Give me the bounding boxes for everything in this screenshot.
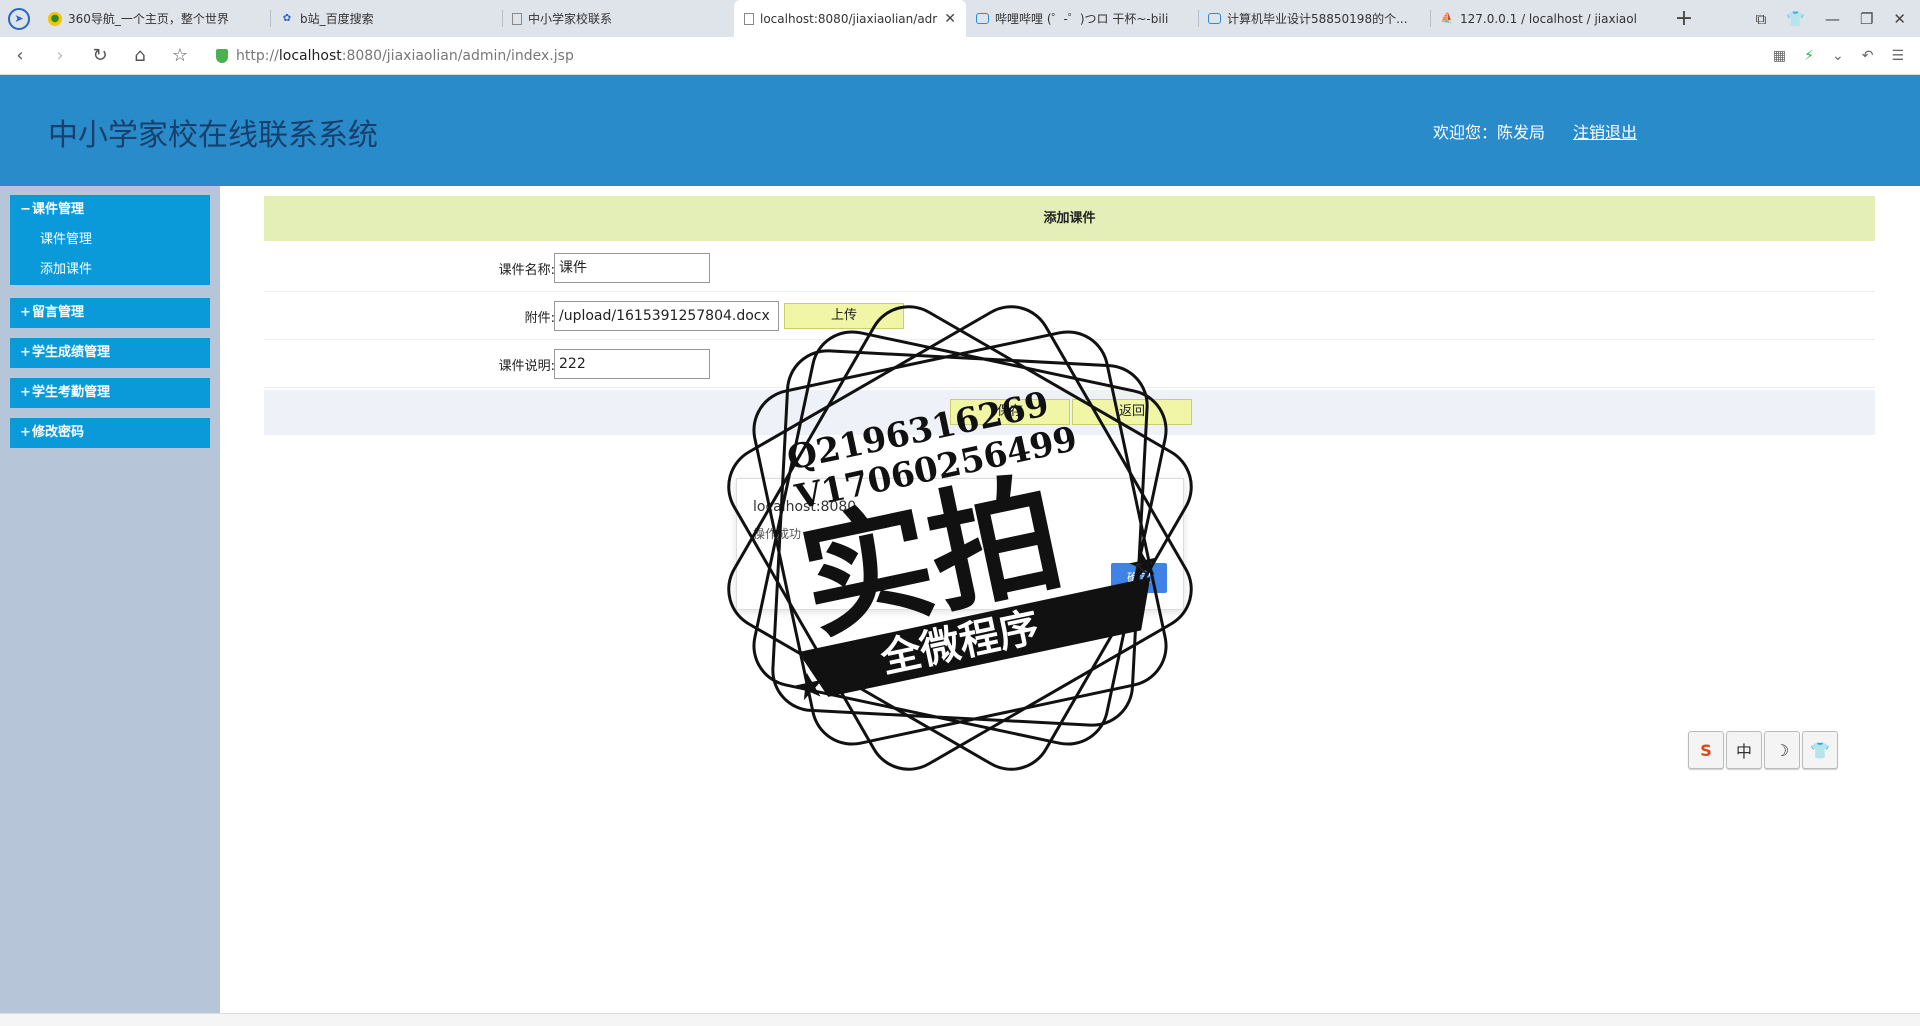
minimize-icon[interactable]: —: [1825, 10, 1840, 28]
form-actions: 保存 返回: [264, 390, 1875, 435]
window-controls: ⧉ 👕 — ❐ ✕: [1756, 0, 1920, 37]
chinese-mode-icon[interactable]: 中: [1726, 731, 1762, 769]
browser-tab[interactable]: ✿ b站_百度搜索: [270, 0, 502, 37]
close-tab-icon[interactable]: ✕: [944, 11, 956, 27]
logout-link[interactable]: 注销退出: [1573, 119, 1637, 143]
sidebar-group-attendance[interactable]: +学生考勤管理: [10, 378, 210, 408]
phpmyadmin-icon: ⛵: [1440, 13, 1454, 24]
browser-tab-active[interactable]: localhost:8080/jiaxiaolian/adr ✕: [734, 0, 966, 37]
address-bar-tools: ▦ ⚡ ⌄ ↶ ☰: [1773, 48, 1920, 64]
dialog-message: 操作成功: [753, 527, 802, 541]
description-input[interactable]: 222: [554, 349, 710, 379]
ime-toolbar: S 中 ☽ 👕: [1688, 731, 1838, 769]
url-field[interactable]: http://localhost:8080/jiaxiaolian/admin/…: [216, 48, 1773, 64]
sidebar-group-label: 修改密码: [32, 425, 85, 440]
sidebar-group-label: 学生成绩管理: [32, 345, 111, 360]
sidebar-group-header[interactable]: +学生考勤管理: [10, 378, 210, 408]
bilibili-icon: [976, 13, 989, 24]
upload-button[interactable]: 上传: [784, 303, 904, 329]
sidebar-group-header[interactable]: +留言管理: [10, 298, 210, 328]
address-bar: ‹ › ↻ ⌂ ☆ http://localhost:8080/jiaxiaol…: [0, 37, 1920, 75]
back-button[interactable]: 返回: [1072, 399, 1192, 425]
new-tab-icon[interactable]: +: [1662, 0, 1706, 37]
form-row-name: 课件名称: 课件: [264, 244, 1875, 292]
sidebar-group-header[interactable]: +学生成绩管理: [10, 338, 210, 368]
courseware-name-input[interactable]: 课件: [554, 253, 710, 283]
sidebar-group-label: 学生考勤管理: [32, 385, 111, 400]
sidebar-group-header[interactable]: +修改密码: [10, 418, 210, 448]
form-title: 添加课件: [264, 196, 1875, 241]
attachment-input[interactable]: /upload/1615391257804.docx: [554, 301, 779, 331]
dialog-title: localhost:8080: [753, 499, 857, 515]
browser-tab[interactable]: ⛵ 127.0.0.1 / localhost / jiaxiaol: [1430, 0, 1662, 37]
browser-tab-bar: ➤ ● 360导航_一个主页，整个世界 ✿ b站_百度搜索 中小学家校联系 lo…: [0, 0, 1920, 37]
sidebar-item-add-courseware[interactable]: 添加课件: [10, 255, 210, 285]
expand-icon: +: [20, 385, 31, 400]
app-title: 中小学家校在线联系系统: [48, 118, 378, 153]
sidebar-item-courseware-manage[interactable]: 课件管理: [10, 225, 210, 255]
sidebar: −课件管理 课件管理 添加课件 +留言管理 +学生成绩管理 +学生考勤管理 +修…: [0, 186, 220, 1013]
name-label: 课件名称:: [498, 263, 555, 278]
tab-title: 127.0.0.1 / localhost / jiaxiaol: [1460, 11, 1637, 26]
browser-tab[interactable]: ● 360导航_一个主页，整个世界: [38, 0, 270, 37]
browser-status-bar: [0, 1013, 1920, 1026]
browser-tab[interactable]: 计算机毕业设计58850198的个...: [1198, 0, 1430, 37]
url-prefix: http://: [236, 47, 279, 64]
qr-code-icon[interactable]: ▦: [1773, 48, 1786, 64]
chevron-down-icon[interactable]: ⌄: [1832, 48, 1844, 64]
secure-shield-icon: [216, 48, 228, 63]
forward-icon[interactable]: ›: [40, 45, 80, 66]
sidebar-group-label: 留言管理: [32, 305, 85, 320]
bilibili-icon: [1208, 13, 1221, 24]
close-window-icon[interactable]: ✕: [1893, 10, 1906, 28]
app-header: 中小学家校在线联系系统 欢迎您：陈发局 注销退出: [0, 75, 1920, 186]
restore-icon[interactable]: ❐: [1860, 10, 1873, 28]
bookmark-star-icon[interactable]: ☆: [160, 45, 200, 66]
sogou-icon[interactable]: S: [1688, 731, 1724, 769]
mouse-cursor-icon: ↖: [1133, 556, 1150, 580]
tab-title: 计算机毕业设计58850198的个...: [1227, 12, 1408, 26]
description-label: 课件说明:: [498, 359, 555, 374]
skin-icon[interactable]: 👕: [1802, 731, 1838, 769]
tab-title: 360导航_一个主页，整个世界: [68, 12, 229, 26]
page-icon: [744, 12, 754, 25]
welcome-text: 欢迎您：陈发局: [1433, 123, 1546, 142]
expand-icon: +: [20, 305, 31, 320]
collapse-icon: −: [20, 202, 31, 217]
sidebar-group-header[interactable]: −课件管理: [10, 195, 210, 225]
sidebar-group-password[interactable]: +修改密码: [10, 418, 210, 448]
browser-logo-icon[interactable]: ➤: [0, 0, 38, 37]
menu-icon[interactable]: ☰: [1891, 48, 1904, 64]
tab-title: 中小学家校联系: [528, 12, 613, 26]
back-icon[interactable]: ‹: [0, 45, 40, 66]
moon-icon[interactable]: ☽: [1764, 731, 1800, 769]
sidebar-group-messages[interactable]: +留言管理: [10, 298, 210, 328]
save-button[interactable]: 保存: [950, 399, 1070, 425]
browser-tab[interactable]: 中小学家校联系: [502, 0, 734, 37]
home-icon[interactable]: ⌂: [120, 45, 160, 66]
sidebar-group-courseware: −课件管理 课件管理 添加课件: [10, 195, 210, 285]
expand-icon: +: [20, 345, 31, 360]
tab-list-icon[interactable]: ⧉: [1756, 10, 1767, 28]
form-row-description: 课件说明: 222: [264, 340, 1875, 388]
attachment-label: 附件:: [524, 311, 555, 326]
form-row-attachment: 附件: /upload/1615391257804.docx 上传: [264, 292, 1875, 340]
sidebar-group-label: 课件管理: [32, 202, 85, 217]
360-icon: ●: [48, 11, 62, 26]
url-host: localhost: [278, 47, 342, 64]
expand-icon: +: [20, 425, 31, 440]
tab-title: b站_百度搜索: [300, 12, 374, 26]
undo-icon[interactable]: ↶: [1862, 48, 1874, 64]
page-icon: [512, 12, 522, 25]
skin-icon[interactable]: 👕: [1786, 10, 1805, 28]
tab-title: 哔哩哔哩 (゜-゜)つロ 干杯~-bili: [995, 12, 1169, 26]
baidu-icon: ✿: [282, 13, 292, 24]
speed-mode-icon[interactable]: ⚡: [1804, 48, 1814, 64]
url-path: :8080/jiaxiaolian/admin/index.jsp: [341, 47, 574, 64]
sidebar-group-grades[interactable]: +学生成绩管理: [10, 338, 210, 368]
alert-dialog: localhost:8080 操作成功 确定: [736, 478, 1184, 610]
tab-title: localhost:8080/jiaxiaolian/adr: [760, 11, 938, 26]
reload-icon[interactable]: ↻: [80, 45, 120, 66]
browser-tab[interactable]: 哔哩哔哩 (゜-゜)つロ 干杯~-bili: [966, 0, 1198, 37]
